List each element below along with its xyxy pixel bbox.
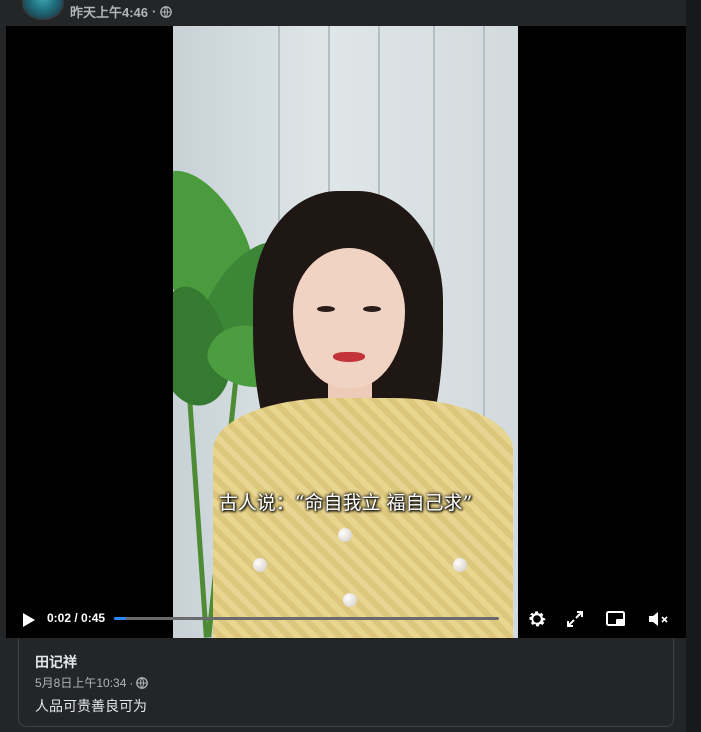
post-header: 昨天上午4:46 · — [0, 0, 686, 26]
video-frame: 古人说：“命自我立 福自己求” — [173, 26, 518, 638]
video-time: 0:02 / 0:45 — [47, 611, 105, 625]
dress-button — [453, 558, 467, 572]
fullscreen-icon[interactable] — [563, 607, 587, 631]
duration: 0:45 — [81, 611, 106, 625]
comment-timestamp[interactable]: 5月8日上午10:34 — [35, 674, 126, 691]
globe-icon — [136, 676, 149, 689]
volume-muted-icon[interactable] — [646, 607, 670, 631]
person-eye — [317, 306, 335, 312]
video-subtitle: 古人说：“命自我立 福自己求” — [218, 492, 473, 514]
comment-text: 人品可贵善良可为 — [35, 698, 147, 714]
current-time: 0:02 — [47, 611, 72, 625]
dress-button — [338, 528, 352, 542]
gear-icon[interactable] — [525, 607, 549, 631]
progress-fill — [114, 617, 126, 620]
globe-icon[interactable] — [160, 5, 173, 18]
video-controls: 0:02 / 0:45 — [6, 600, 686, 638]
person-eye — [363, 306, 381, 312]
avatar[interactable] — [22, 0, 64, 20]
comment-separator: · — [129, 675, 134, 690]
miniplayer-icon[interactable] — [604, 607, 628, 631]
person-face — [293, 248, 405, 388]
play-icon[interactable] — [18, 610, 38, 630]
progress-bar[interactable] — [114, 617, 499, 620]
dress-button — [253, 558, 267, 572]
post-timestamp-row: 昨天上午4:46 · — [70, 2, 173, 21]
video-player[interactable]: 古人说：“命自我立 福自己求” 0:02 / 0:45 — [6, 26, 686, 638]
post-card: 昨天上午4:46 · 古人说：“命自我立 福自己求” 0:02 / 0:45 田… — [0, 0, 686, 732]
post-timestamp[interactable]: 昨天上午4:46 — [70, 2, 148, 21]
person-lips — [333, 352, 365, 362]
comment-meta: 5月8日上午10:34 · — [35, 674, 149, 691]
comment-author[interactable]: 田记祥 — [35, 652, 77, 672]
timestamp-separator: · — [152, 4, 157, 19]
comment: 田记祥 5月8日上午10:34 · 人品可贵善良可为 — [18, 638, 674, 727]
time-separator: / — [71, 611, 82, 625]
page-edge — [686, 0, 701, 732]
